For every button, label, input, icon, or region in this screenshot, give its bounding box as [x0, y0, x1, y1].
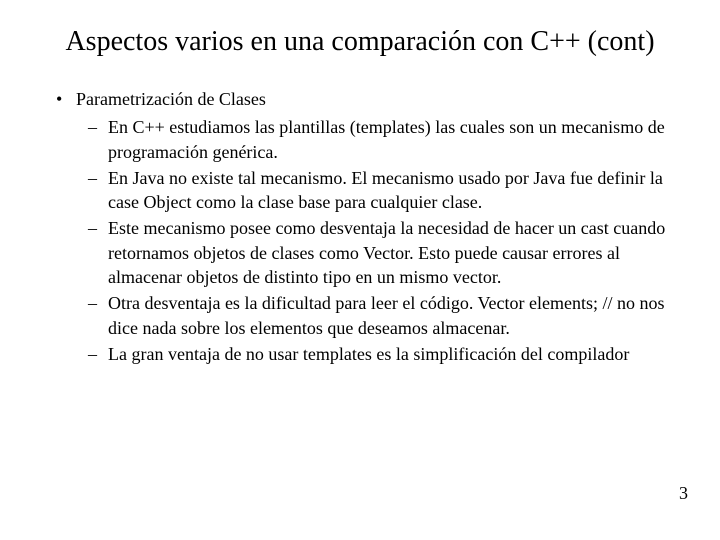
sub-bullet-list: En C++ estudiamos las plantillas (templa…	[76, 115, 672, 366]
bullet-heading: Parametrización de Clases	[76, 89, 266, 109]
sub-bullet-item: Otra desventaja es la dificultad para le…	[76, 291, 672, 340]
slide-title: Aspectos varios en una comparación con C…	[48, 24, 672, 59]
sub-bullet-item: En C++ estudiamos las plantillas (templa…	[76, 115, 672, 164]
sub-bullet-item: La gran ventaja de no usar templates es …	[76, 342, 672, 366]
sub-bullet-item: Este mecanismo posee como desventaja la …	[76, 216, 672, 289]
page-number: 3	[679, 483, 688, 504]
sub-bullet-item: En Java no existe tal mecanismo. El meca…	[76, 166, 672, 215]
bullet-item: Parametrización de Clases En C++ estudia…	[48, 87, 672, 366]
top-bullet-list: Parametrización de Clases En C++ estudia…	[48, 87, 672, 366]
